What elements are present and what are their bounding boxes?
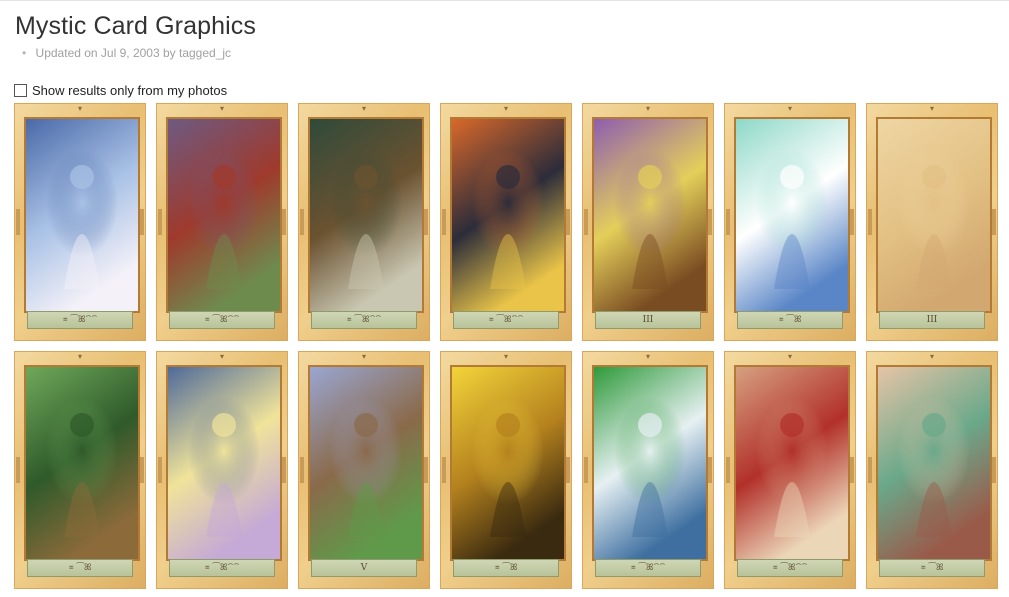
card-banner: ꓿ ⁀ꕤ [737, 311, 843, 329]
card-side-ornament [992, 457, 996, 483]
card-side-ornament [282, 457, 286, 483]
card-top-ornament-icon: ▾ [219, 104, 224, 113]
card-side-ornament [566, 457, 570, 483]
card-side-ornament [282, 209, 286, 235]
card-banner: V [311, 559, 417, 577]
card-top-ornament-icon: ▾ [929, 352, 934, 361]
card-side-ornament [140, 457, 144, 483]
card-side-ornament [992, 209, 996, 235]
card-death-thumbnail[interactable]: ▾ ꓿ ⁀ꕤ⁀⁀ [298, 103, 430, 341]
card-top-ornament-icon: ▾ [645, 352, 650, 361]
card-spirit-thumbnail[interactable]: ▾ ꓿ ⁀ꕤ [724, 103, 856, 341]
card-top-ornament-icon: ▾ [503, 104, 508, 113]
card-ruler-thumbnail[interactable]: ▾ ꓿ ⁀ꕤ⁀⁀ [156, 103, 288, 341]
my-photos-filter[interactable]: Show results only from my photos [14, 83, 227, 98]
card-side-ornament [726, 209, 730, 235]
card-dancer-artwork [876, 365, 992, 561]
card-banner: III [595, 311, 701, 329]
card-tower-thumbnail[interactable]: ▾ V [298, 351, 430, 589]
card-banner: ꓿ ⁀ꕤ [453, 559, 559, 577]
updated-text: Updated on Jul 9, 2003 by tagged_jc [35, 46, 232, 60]
card-sun-thumbnail[interactable]: ▾ ꓿ ⁀ꕤ [440, 351, 572, 589]
my-photos-label: Show results only from my photos [32, 83, 228, 98]
card-side-ornament [300, 209, 304, 235]
card-top-ornament-icon: ▾ [77, 104, 82, 113]
card-side-ornament [708, 209, 712, 235]
card-side-ornament [584, 209, 588, 235]
card-chariot-thumbnail[interactable]: ▾ ꓿ ⁀ꕤ⁀⁀ [440, 103, 572, 341]
card-side-ornament [868, 209, 872, 235]
card-warrior-thumbnail[interactable]: ▾ ꓿ ⁀ꕤ⁀⁀ [724, 351, 856, 589]
card-death-artwork [308, 117, 424, 313]
update-info: • Updated on Jul 9, 2003 by tagged_jc [22, 46, 231, 60]
card-side-ornament [424, 457, 428, 483]
card-banner: ꓿ ⁀ꕤ⁀⁀ [27, 311, 133, 329]
card-top-ornament-icon: ▾ [361, 352, 366, 361]
card-top-ornament-icon: ▾ [361, 104, 366, 113]
card-hanged-thumbnail[interactable]: ▾ ꓿ ⁀ꕤ⁀⁀ [156, 351, 288, 589]
card-star-thumbnail[interactable]: ▾ ꓿ ⁀ꕤ⁀⁀ [14, 103, 146, 341]
top-border [0, 0, 1009, 1]
card-side-ornament [300, 457, 304, 483]
card-hanged-artwork [166, 365, 282, 561]
card-top-ornament-icon: ▾ [787, 352, 792, 361]
card-dancer-thumbnail[interactable]: ▾ ꓿ ⁀ꕤ [866, 351, 998, 589]
card-side-ornament [16, 209, 20, 235]
card-side-ornament [708, 457, 712, 483]
card-spirit-artwork [734, 117, 850, 313]
card-banner: ꓿ ⁀ꕤ⁀⁀ [595, 559, 701, 577]
bullet-icon: • [22, 46, 27, 60]
photo-grid: ▾ ꓿ ⁀ꕤ⁀⁀ ▾ ꓿ ⁀ꕤ⁀⁀ ▾ ꓿ ⁀ꕤ⁀⁀ ▾ ꓿ ⁀ꕤ⁀⁀ ▾ III ▾ ꓿ ⁀ꕤ ▾ II… [14, 103, 1004, 589]
card-top-ornament-icon: ▾ [77, 352, 82, 361]
card-side-ornament [140, 209, 144, 235]
card-side-ornament [442, 457, 446, 483]
card-banner: ꓿ ⁀ꕤ⁀⁀ [169, 311, 275, 329]
card-side-ornament [868, 457, 872, 483]
card-side-ornament [158, 457, 162, 483]
card-warrior-artwork [734, 365, 850, 561]
card-dragon-artwork [592, 365, 708, 561]
card-banner: ꓿ ⁀ꕤ⁀⁀ [311, 311, 417, 329]
card-side-ornament [16, 457, 20, 483]
page-title: Mystic Card Graphics [15, 12, 256, 40]
card-banner: ꓿ ⁀ꕤ [27, 559, 133, 577]
card-top-ornament-icon: ▾ [787, 104, 792, 113]
card-wheel-artwork [592, 117, 708, 313]
card-side-ornament [584, 457, 588, 483]
card-top-ornament-icon: ▾ [645, 104, 650, 113]
card-blank-artwork [876, 117, 992, 313]
card-top-ornament-icon: ▾ [929, 104, 934, 113]
card-side-ornament [442, 209, 446, 235]
card-banner: ꓿ ⁀ꕤ⁀⁀ [453, 311, 559, 329]
card-side-ornament [566, 209, 570, 235]
my-photos-checkbox[interactable] [14, 84, 27, 97]
card-banner: ꓿ ⁀ꕤ [879, 559, 985, 577]
card-side-ornament [850, 457, 854, 483]
card-side-ornament [726, 457, 730, 483]
card-side-ornament [850, 209, 854, 235]
card-side-ornament [158, 209, 162, 235]
card-tree-artwork [24, 365, 140, 561]
card-tree-thumbnail[interactable]: ▾ ꓿ ⁀ꕤ [14, 351, 146, 589]
card-top-ornament-icon: ▾ [219, 352, 224, 361]
card-top-ornament-icon: ▾ [503, 352, 508, 361]
card-star-artwork [24, 117, 140, 313]
card-banner: ꓿ ⁀ꕤ⁀⁀ [737, 559, 843, 577]
card-wheel-thumbnail[interactable]: ▾ III [582, 103, 714, 341]
card-banner: ꓿ ⁀ꕤ⁀⁀ [169, 559, 275, 577]
card-banner: III [879, 311, 985, 329]
card-side-ornament [424, 209, 428, 235]
card-tower-artwork [308, 365, 424, 561]
card-sun-artwork [450, 365, 566, 561]
card-blank-thumbnail[interactable]: ▾ III [866, 103, 998, 341]
card-dragon-thumbnail[interactable]: ▾ ꓿ ⁀ꕤ⁀⁀ [582, 351, 714, 589]
card-chariot-artwork [450, 117, 566, 313]
card-ruler-artwork [166, 117, 282, 313]
